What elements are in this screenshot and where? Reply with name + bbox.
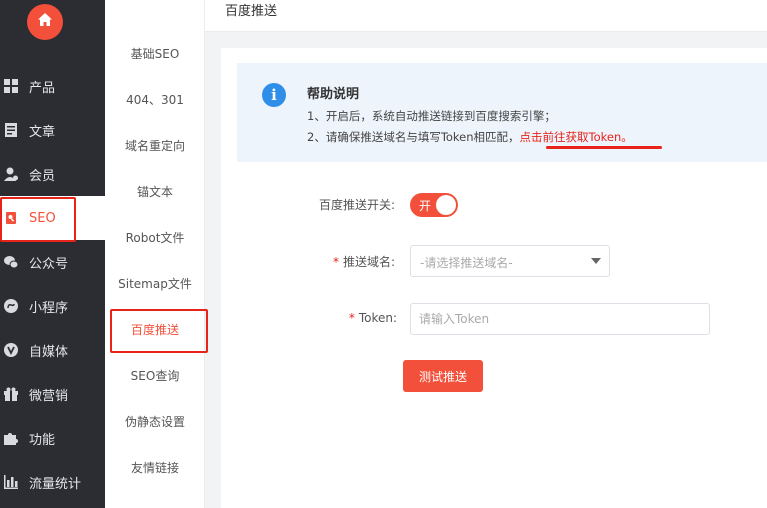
page-title: 百度推送 [225, 4, 278, 19]
submenu-item-label: SEO查询 [130, 368, 180, 383]
grid-icon [4, 79, 18, 93]
highlight-box [0, 197, 76, 242]
info-icon: i [262, 83, 286, 107]
main-sidebar: 产品 文章 会员 SEO 公众号 小程序 自媒体 微营销 功能 流量统计 [0, 0, 105, 508]
puzzle-icon [4, 431, 18, 445]
token-input[interactable] [410, 303, 710, 335]
switch-knob [436, 195, 456, 215]
home-logo[interactable] [27, 4, 63, 40]
seo-submenu: 基础SEO 404、301 域名重定向 锚文本 Robot文件 Sitemap文… [105, 0, 208, 508]
token-label: * Token: [277, 311, 397, 325]
sidebar-item-miniapp[interactable]: 小程序 [0, 284, 105, 328]
test-push-button[interactable]: 测试推送 [403, 360, 483, 392]
sidebar-item-label: 自媒体 [29, 344, 69, 360]
sidebar-item-label: 微营销 [29, 388, 69, 404]
help-line-1: 1、开启后，系统自动推送链接到百度搜索引擎； [307, 109, 556, 123]
page-header: 百度推送 [205, 0, 767, 32]
help-line-2-text: 2、请确保推送域名与填写Token相匹配， [307, 130, 520, 144]
link-underline-annotation [546, 146, 662, 149]
main-panel: i 帮助说明 1、开启后，系统自动推送链接到百度搜索引擎； 2、请确保推送域名与… [221, 48, 767, 508]
submenu-item-label: 域名重定向 [124, 138, 185, 153]
switch-label: 百度推送开关: [275, 196, 395, 213]
baidu-push-toggle[interactable]: 开 [410, 193, 458, 217]
sidebar-item-label: 小程序 [29, 300, 69, 316]
get-token-link[interactable]: 点击前往获取Token [520, 130, 622, 144]
help-title: 帮助说明 [307, 87, 360, 102]
sidebar-item-label: 功能 [29, 432, 56, 448]
submenu-item-label: 伪静态设置 [124, 414, 185, 429]
submenu-item-label: Robot文件 [125, 230, 185, 245]
submenu-item-friend-links[interactable]: 友情链接 [105, 444, 205, 490]
submenu-item-anchor-text[interactable]: 锚文本 [105, 168, 205, 214]
sidebar-item-seo[interactable]: SEO [0, 196, 105, 242]
help-line-2-suffix: 。 [621, 130, 633, 144]
sidebar-item-label: 会员 [29, 168, 56, 184]
submenu-item-label: Sitemap文件 [118, 276, 192, 291]
submenu-item-label: 404、301 [126, 92, 184, 107]
help-box: i 帮助说明 1、开启后，系统自动推送链接到百度搜索引擎； 2、请确保推送域名与… [237, 63, 767, 162]
submenu-item-pseudo-static[interactable]: 伪静态设置 [105, 398, 205, 444]
submenu-item-robot-file[interactable]: Robot文件 [105, 214, 205, 260]
sidebar-item-articles[interactable]: 文章 [0, 108, 105, 152]
user-icon [4, 167, 18, 181]
document-icon [4, 123, 18, 137]
wechat-icon [4, 255, 18, 269]
miniapp-icon [4, 299, 18, 313]
submenu-item-domain-redirect[interactable]: 域名重定向 [105, 122, 205, 168]
sidebar-item-members[interactable]: 会员 [0, 152, 105, 196]
home-icon [36, 11, 54, 33]
sidebar-item-media[interactable]: 自媒体 [0, 328, 105, 372]
sidebar-item-features[interactable]: 功能 [0, 416, 105, 460]
help-line-2: 2、请确保推送域名与填写Token相匹配，点击前往获取Token。 [307, 129, 633, 145]
sidebar-item-label: 文章 [29, 124, 56, 140]
sidebar-item-stats[interactable]: 流量统计 [0, 460, 105, 504]
sidebar-item-label: 产品 [29, 80, 56, 96]
submenu-item-sitemap[interactable]: Sitemap文件 [105, 260, 205, 306]
submenu-item-basic-seo[interactable]: 基础SEO [105, 30, 205, 76]
stats-icon [4, 475, 18, 489]
sidebar-item-label: 公众号 [29, 256, 69, 272]
domain-select[interactable]: -请选择推送域名- [410, 245, 610, 277]
sidebar-item-marketing[interactable]: 微营销 [0, 372, 105, 416]
highlight-box [110, 309, 208, 353]
switch-on-text: 开 [419, 199, 432, 213]
sidebar-item-label: 流量统计 [29, 476, 82, 492]
domain-label: * 推送域名: [275, 253, 395, 270]
caret-down-icon [591, 258, 601, 264]
gift-icon [4, 387, 18, 401]
domain-select-placeholder: -请选择推送域名- [420, 256, 513, 270]
media-icon [4, 343, 18, 357]
sidebar-item-products[interactable]: 产品 [0, 64, 105, 108]
submenu-item-label: 锚文本 [136, 184, 173, 199]
submenu-item-label: 友情链接 [130, 460, 179, 475]
submenu-item-404-301[interactable]: 404、301 [105, 76, 205, 122]
domain-label-text: 推送域名: [342, 255, 395, 269]
sidebar-item-wechat[interactable]: 公众号 [0, 240, 105, 284]
required-mark: * [348, 311, 355, 325]
submenu-item-baidu-push[interactable]: 百度推送 [105, 306, 208, 353]
token-label-text: Token: [358, 311, 397, 325]
switch-label-text: 百度推送开关: [318, 198, 395, 212]
submenu-item-seo-query[interactable]: SEO查询 [105, 352, 205, 398]
submenu-item-label: 基础SEO [130, 46, 180, 61]
required-mark: * [332, 255, 339, 269]
